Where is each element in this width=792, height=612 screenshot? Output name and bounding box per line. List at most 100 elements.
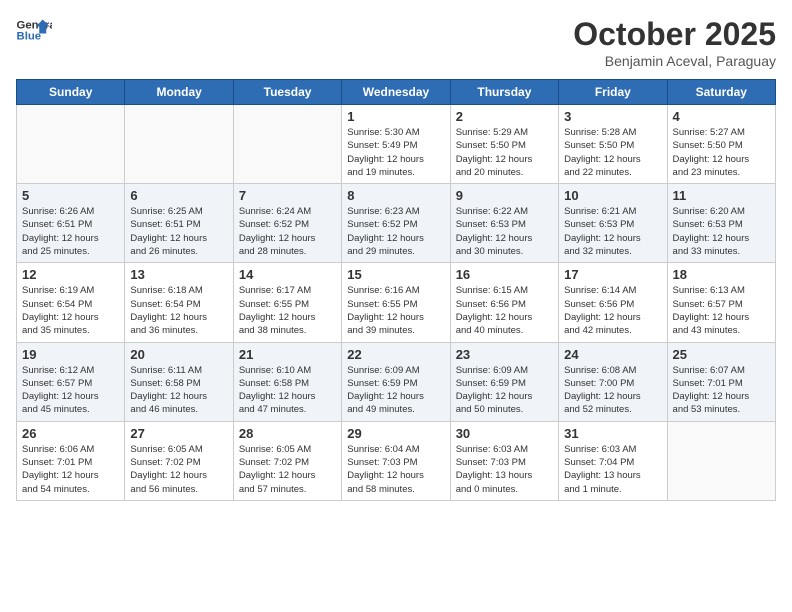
day-info: Sunrise: 6:05 AM Sunset: 7:02 PM Dayligh… <box>130 443 227 496</box>
day-number: 15 <box>347 267 444 282</box>
day-info: Sunrise: 6:24 AM Sunset: 6:52 PM Dayligh… <box>239 205 336 258</box>
calendar-cell <box>17 105 125 184</box>
day-info: Sunrise: 6:10 AM Sunset: 6:58 PM Dayligh… <box>239 364 336 417</box>
calendar-cell: 17 Sunrise: 6:14 AM Sunset: 6:56 PM Dayli… <box>559 263 667 342</box>
week-row-3: 12Sunrise: 6:19 AM Sunset: 6:54 PM Dayli… <box>17 263 776 342</box>
day-info: Sunrise: 6:26 AM Sunset: 6:51 PM Dayligh… <box>22 205 119 258</box>
weekday-header-tuesday: Tuesday <box>233 80 341 105</box>
weekday-header-row: SundayMondayTuesdayWednesdayThursdayFrid… <box>17 80 776 105</box>
day-info: Sunrise: 5:27 AM Sunset: 5:50 PM Dayligh… <box>673 126 770 179</box>
calendar-cell: 20Sunrise: 6:11 AM Sunset: 6:58 PM Dayli… <box>125 342 233 421</box>
month-title: October 2025 <box>573 16 776 53</box>
calendar-cell: 16 Sunrise: 6:15 AM Sunset: 6:56 PM Dayli… <box>450 263 558 342</box>
day-number: 2 <box>456 109 553 124</box>
day-info: Sunrise: 6:18 AM Sunset: 6:54 PM Dayligh… <box>130 284 227 337</box>
calendar-cell: 25 Sunrise: 6:07 AM Sunset: 7:01 PM Dayli… <box>667 342 775 421</box>
calendar-cell: 14Sunrise: 6:17 AM Sunset: 6:55 PM Dayli… <box>233 263 341 342</box>
day-number: 29 <box>347 426 444 441</box>
day-number: 11 <box>673 188 770 203</box>
calendar-cell: 7 Sunrise: 6:24 AM Sunset: 6:52 PM Daylig… <box>233 184 341 263</box>
calendar-cell: 23 Sunrise: 6:09 AM Sunset: 6:59 PM Dayli… <box>450 342 558 421</box>
day-info: Sunrise: 6:17 AM Sunset: 6:55 PM Dayligh… <box>239 284 336 337</box>
calendar-cell: 28Sunrise: 6:05 AM Sunset: 7:02 PM Dayli… <box>233 421 341 500</box>
calendar-cell: 2Sunrise: 5:29 AM Sunset: 5:50 PM Daylig… <box>450 105 558 184</box>
day-info: Sunrise: 6:15 AM Sunset: 6:56 PM Dayligh… <box>456 284 553 337</box>
day-info: Sunrise: 6:08 AM Sunset: 7:00 PM Dayligh… <box>564 364 661 417</box>
calendar-cell: 10Sunrise: 6:21 AM Sunset: 6:53 PM Dayli… <box>559 184 667 263</box>
day-info: Sunrise: 6:05 AM Sunset: 7:02 PM Dayligh… <box>239 443 336 496</box>
day-number: 17 <box>564 267 661 282</box>
day-info: Sunrise: 6:13 AM Sunset: 6:57 PM Dayligh… <box>673 284 770 337</box>
day-number: 5 <box>22 188 119 203</box>
weekday-header-saturday: Saturday <box>667 80 775 105</box>
weekday-header-thursday: Thursday <box>450 80 558 105</box>
week-row-5: 26 Sunrise: 6:06 AM Sunset: 7:01 PM Dayli… <box>17 421 776 500</box>
day-number: 22 <box>347 347 444 362</box>
day-number: 27 <box>130 426 227 441</box>
calendar-cell: 27 Sunrise: 6:05 AM Sunset: 7:02 PM Dayli… <box>125 421 233 500</box>
day-number: 31 <box>564 426 661 441</box>
title-area: October 2025 Benjamin Aceval, Paraguay <box>573 16 776 69</box>
calendar-cell <box>233 105 341 184</box>
day-info: Sunrise: 6:25 AM Sunset: 6:51 PM Dayligh… <box>130 205 227 258</box>
day-number: 8 <box>347 188 444 203</box>
calendar-cell: 31 Sunrise: 6:03 AM Sunset: 7:04 PM Dayli… <box>559 421 667 500</box>
weekday-header-monday: Monday <box>125 80 233 105</box>
calendar-cell: 1 Sunrise: 5:30 AM Sunset: 5:49 PM Daylig… <box>342 105 450 184</box>
day-number: 7 <box>239 188 336 203</box>
day-number: 9 <box>456 188 553 203</box>
calendar-cell: 18 Sunrise: 6:13 AM Sunset: 6:57 PM Dayli… <box>667 263 775 342</box>
calendar-cell: 13Sunrise: 6:18 AM Sunset: 6:54 PM Dayli… <box>125 263 233 342</box>
day-info: Sunrise: 6:06 AM Sunset: 7:01 PM Dayligh… <box>22 443 119 496</box>
day-info: Sunrise: 6:03 AM Sunset: 7:04 PM Dayligh… <box>564 443 661 496</box>
calendar-cell: 21 Sunrise: 6:10 AM Sunset: 6:58 PM Dayli… <box>233 342 341 421</box>
calendar-cell: 3 Sunrise: 5:28 AM Sunset: 5:50 PM Daylig… <box>559 105 667 184</box>
day-info: Sunrise: 6:14 AM Sunset: 6:56 PM Dayligh… <box>564 284 661 337</box>
day-number: 18 <box>673 267 770 282</box>
day-info: Sunrise: 6:23 AM Sunset: 6:52 PM Dayligh… <box>347 205 444 258</box>
header: General Blue October 2025 Benjamin Aceva… <box>16 16 776 69</box>
calendar-cell: 6 Sunrise: 6:25 AM Sunset: 6:51 PM Daylig… <box>125 184 233 263</box>
week-row-1: 1 Sunrise: 5:30 AM Sunset: 5:49 PM Daylig… <box>17 105 776 184</box>
weekday-header-wednesday: Wednesday <box>342 80 450 105</box>
logo-icon: General Blue <box>16 16 52 44</box>
day-info: Sunrise: 6:16 AM Sunset: 6:55 PM Dayligh… <box>347 284 444 337</box>
day-number: 24 <box>564 347 661 362</box>
day-number: 26 <box>22 426 119 441</box>
day-number: 4 <box>673 109 770 124</box>
calendar-cell: 12Sunrise: 6:19 AM Sunset: 6:54 PM Dayli… <box>17 263 125 342</box>
day-info: Sunrise: 6:03 AM Sunset: 7:03 PM Dayligh… <box>456 443 553 496</box>
calendar-cell: 22 Sunrise: 6:09 AM Sunset: 6:59 PM Dayli… <box>342 342 450 421</box>
day-info: Sunrise: 5:28 AM Sunset: 5:50 PM Dayligh… <box>564 126 661 179</box>
calendar-cell <box>667 421 775 500</box>
calendar-cell: 15 Sunrise: 6:16 AM Sunset: 6:55 PM Dayli… <box>342 263 450 342</box>
day-info: Sunrise: 6:21 AM Sunset: 6:53 PM Dayligh… <box>564 205 661 258</box>
calendar-cell: 29 Sunrise: 6:04 AM Sunset: 7:03 PM Dayli… <box>342 421 450 500</box>
calendar-cell: 24 Sunrise: 6:08 AM Sunset: 7:00 PM Dayli… <box>559 342 667 421</box>
day-number: 3 <box>564 109 661 124</box>
day-info: Sunrise: 6:07 AM Sunset: 7:01 PM Dayligh… <box>673 364 770 417</box>
week-row-4: 19Sunrise: 6:12 AM Sunset: 6:57 PM Dayli… <box>17 342 776 421</box>
day-number: 6 <box>130 188 227 203</box>
day-number: 23 <box>456 347 553 362</box>
calendar-cell: 9 Sunrise: 6:22 AM Sunset: 6:53 PM Daylig… <box>450 184 558 263</box>
day-number: 21 <box>239 347 336 362</box>
calendar-cell: 4 Sunrise: 5:27 AM Sunset: 5:50 PM Daylig… <box>667 105 775 184</box>
day-number: 25 <box>673 347 770 362</box>
day-info: Sunrise: 6:22 AM Sunset: 6:53 PM Dayligh… <box>456 205 553 258</box>
day-info: Sunrise: 6:09 AM Sunset: 6:59 PM Dayligh… <box>347 364 444 417</box>
day-number: 20 <box>130 347 227 362</box>
weekday-header-friday: Friday <box>559 80 667 105</box>
location-subtitle: Benjamin Aceval, Paraguay <box>573 53 776 69</box>
calendar-table: SundayMondayTuesdayWednesdayThursdayFrid… <box>16 79 776 501</box>
calendar-cell: 30 Sunrise: 6:03 AM Sunset: 7:03 PM Dayli… <box>450 421 558 500</box>
day-number: 30 <box>456 426 553 441</box>
day-info: Sunrise: 6:04 AM Sunset: 7:03 PM Dayligh… <box>347 443 444 496</box>
day-info: Sunrise: 6:12 AM Sunset: 6:57 PM Dayligh… <box>22 364 119 417</box>
day-number: 1 <box>347 109 444 124</box>
day-info: Sunrise: 6:19 AM Sunset: 6:54 PM Dayligh… <box>22 284 119 337</box>
day-number: 16 <box>456 267 553 282</box>
day-info: Sunrise: 5:30 AM Sunset: 5:49 PM Dayligh… <box>347 126 444 179</box>
calendar-cell: 19Sunrise: 6:12 AM Sunset: 6:57 PM Dayli… <box>17 342 125 421</box>
day-info: Sunrise: 6:09 AM Sunset: 6:59 PM Dayligh… <box>456 364 553 417</box>
